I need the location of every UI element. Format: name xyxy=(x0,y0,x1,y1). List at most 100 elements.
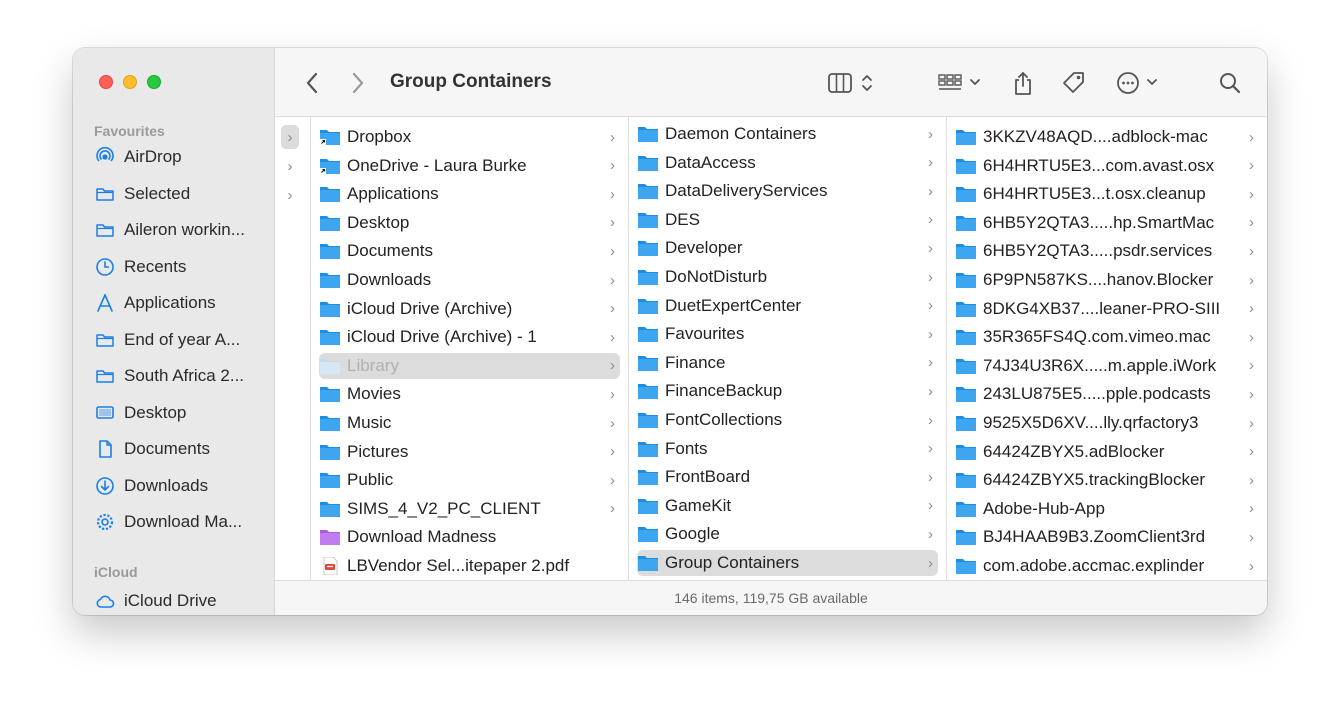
group-button[interactable] xyxy=(935,68,989,98)
list-item[interactable]: 64424ZBYX5.trackingBlocker › xyxy=(955,467,1259,493)
list-item[interactable]: 6HB5Y2QTA3.....hp.SmartMac › xyxy=(955,210,1259,236)
item-name: 35R365FS4Q.com.vimeo.mac xyxy=(983,327,1211,347)
clock-icon xyxy=(95,257,115,277)
item-name: Public xyxy=(347,470,394,490)
list-item[interactable]: FinanceBackup › xyxy=(637,378,938,404)
folder-icon xyxy=(955,500,977,518)
list-item[interactable]: LBVendor Sel...itepaper 2.pdf xyxy=(319,553,620,579)
sidebar-item[interactable]: Selected xyxy=(95,179,265,209)
list-item[interactable]: 6H4HRTU5E3...com.avast.osx › xyxy=(955,153,1259,179)
chevron-right-icon[interactable]: › xyxy=(281,125,299,149)
folder-icon xyxy=(637,297,659,315)
list-item[interactable]: DuetExpertCenter › xyxy=(637,293,938,319)
chevron-right-icon: › xyxy=(1249,271,1254,289)
list-item[interactable]: DataAccess › xyxy=(637,150,938,176)
item-name: Favourites xyxy=(665,324,745,344)
sidebar-item[interactable]: iCloud Drive xyxy=(95,586,265,615)
item-name: Developer xyxy=(665,238,743,258)
item-name: 3KKZV48AQD....adblock-mac xyxy=(983,127,1208,146)
sidebar-item[interactable]: Applications xyxy=(95,288,265,318)
chevron-right-icon[interactable]: › xyxy=(281,154,299,178)
folder-icon xyxy=(955,443,977,461)
list-item[interactable]: FontCollections › xyxy=(637,407,938,433)
list-item[interactable]: DoNotDisturb › xyxy=(637,264,938,290)
chevron-right-icon: › xyxy=(928,182,933,200)
list-item[interactable]: Favourites › xyxy=(637,321,938,347)
share-icon xyxy=(1015,72,1031,95)
sidebar-item[interactable]: Recents xyxy=(95,252,265,282)
folder-icon xyxy=(319,500,341,518)
view-mode-button[interactable] xyxy=(827,68,881,98)
list-item[interactable]: Documents › xyxy=(319,238,620,264)
list-item[interactable]: Music › xyxy=(319,410,620,436)
list-item[interactable]: FrontBoard › xyxy=(637,464,938,490)
list-item[interactable]: Adobe-Hub-App › xyxy=(955,496,1259,522)
list-item[interactable]: Group Containers › xyxy=(637,550,938,576)
list-item[interactable]: GameKit › xyxy=(637,493,938,519)
list-item[interactable]: 6H4HRTU5E3...t.osx.cleanup › xyxy=(955,181,1259,207)
list-item[interactable]: DataDeliveryServices › xyxy=(637,178,938,204)
chevron-right-icon: › xyxy=(928,382,933,400)
forward-button[interactable] xyxy=(345,68,371,98)
item-name: FrontBoard xyxy=(665,467,751,487)
list-item[interactable]: 6P9PN587KS....hanov.Blocker › xyxy=(955,267,1259,293)
minimize-button[interactable] xyxy=(123,75,137,89)
list-item[interactable]: OneDrive - Laura Burke › xyxy=(319,153,620,179)
list-item[interactable]: Google › xyxy=(637,521,938,547)
item-name: Daemon Containers xyxy=(665,124,817,143)
list-item[interactable]: Fonts › xyxy=(637,436,938,462)
list-item[interactable]: Applications › xyxy=(319,181,620,207)
list-item[interactable]: 243LU875E5.....pple.podcasts › xyxy=(955,381,1259,407)
folder-icon xyxy=(955,242,977,260)
list-item[interactable]: 6HB5Y2QTA3.....psdr.services › xyxy=(955,238,1259,264)
list-item[interactable]: 35R365FS4Q.com.vimeo.mac › xyxy=(955,324,1259,350)
sidebar-item[interactable]: Documents xyxy=(95,434,265,464)
list-item[interactable]: SIMS_4_V2_PC_CLIENT › xyxy=(319,496,620,522)
chevron-right-icon: › xyxy=(1249,157,1254,175)
tag-button[interactable] xyxy=(1059,68,1089,98)
zoom-button[interactable] xyxy=(147,75,161,89)
list-item[interactable]: 9525X5D6XV....lly.qrfactory3 › xyxy=(955,410,1259,436)
list-item[interactable]: 64424ZBYX5.adBlocker › xyxy=(955,439,1259,465)
item-name: 243LU875E5.....pple.podcasts xyxy=(983,384,1211,404)
item-name: 6H4HRTU5E3...t.osx.cleanup xyxy=(983,184,1206,204)
airdrop-icon xyxy=(95,147,115,167)
list-item[interactable]: Desktop › xyxy=(319,210,620,236)
list-item[interactable]: BJ4HAAB9B3.ZoomClient3rd › xyxy=(955,524,1259,550)
item-name: SIMS_4_V2_PC_CLIENT xyxy=(347,498,541,518)
list-item[interactable]: Download Madness xyxy=(319,524,620,550)
list-item[interactable]: 8DKG4XB37....leaner-PRO-SIII › xyxy=(955,296,1259,322)
status-text: 146 items, 119,75 GB available xyxy=(674,590,868,606)
list-item[interactable]: Daemon Containers › xyxy=(637,121,938,147)
list-item[interactable]: Public › xyxy=(319,467,620,493)
sidebar-item[interactable]: End of year A... xyxy=(95,325,265,355)
sidebar-item[interactable]: AirDrop xyxy=(95,142,265,172)
list-item[interactable]: 74J34U3R6X.....m.apple.iWork › xyxy=(955,353,1259,379)
item-name: Fonts xyxy=(665,438,708,458)
search-button[interactable] xyxy=(1215,68,1245,98)
close-button[interactable] xyxy=(99,75,113,89)
sidebar-item[interactable]: Desktop xyxy=(95,398,265,428)
list-item[interactable]: Movies › xyxy=(319,381,620,407)
list-item[interactable]: iCloud Drive (Archive) › xyxy=(319,296,620,322)
sidebar-item[interactable]: Aileron workin... xyxy=(95,215,265,245)
back-button[interactable] xyxy=(299,68,325,98)
list-item[interactable]: Developer › xyxy=(637,235,938,261)
sidebar-item[interactable]: South Africa 2... xyxy=(95,361,265,391)
sidebar-item[interactable]: Download Ma... xyxy=(95,507,265,537)
share-button[interactable] xyxy=(1009,68,1037,98)
sidebar-item[interactable]: Downloads xyxy=(95,471,265,501)
folder-icon xyxy=(319,300,341,318)
actions-button[interactable] xyxy=(1115,68,1165,98)
list-item[interactable]: com.adobe.accmac.explinder › xyxy=(955,553,1259,579)
list-item[interactable]: DES › xyxy=(637,207,938,233)
chevron-right-icon[interactable]: › xyxy=(281,183,299,207)
list-item[interactable]: Finance › xyxy=(637,350,938,376)
list-item[interactable]: iCloud Drive (Archive) - 1 › xyxy=(319,324,620,350)
list-item[interactable]: Library › xyxy=(319,352,620,379)
chevron-right-icon: › xyxy=(610,157,615,175)
list-item[interactable]: Pictures › xyxy=(319,439,620,465)
list-item[interactable]: 3KKZV48AQD....adblock-mac › xyxy=(955,124,1259,150)
list-item[interactable]: Dropbox › xyxy=(319,124,620,150)
list-item[interactable]: Downloads › xyxy=(319,267,620,293)
